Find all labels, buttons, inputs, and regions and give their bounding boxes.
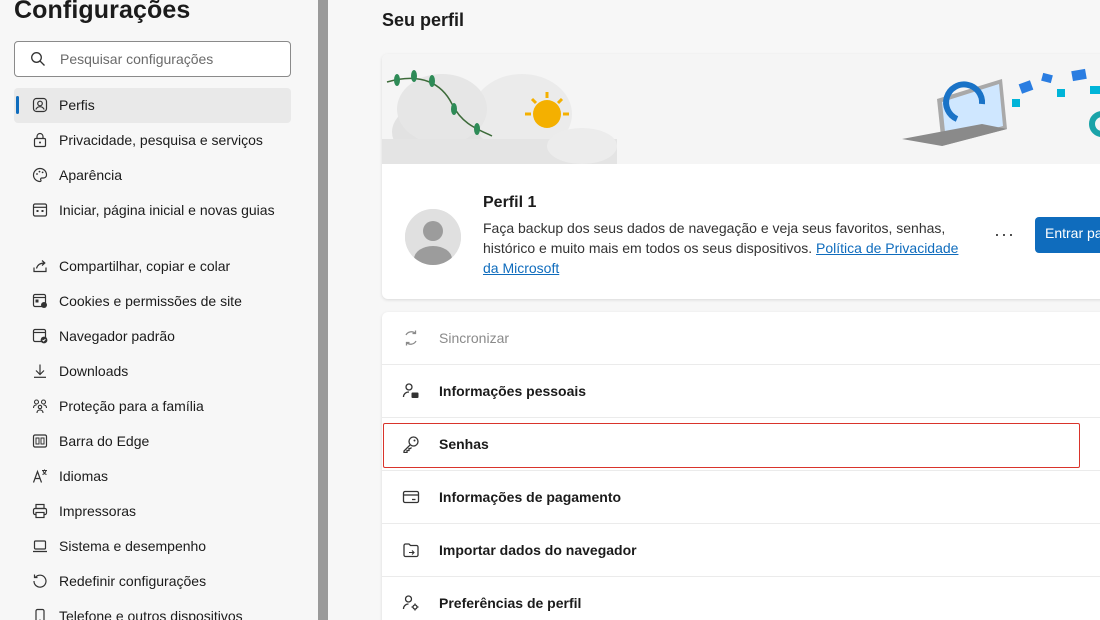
download-icon <box>34 364 46 378</box>
palette-icon <box>32 167 48 183</box>
key-icon <box>403 436 419 453</box>
cookie-icon <box>32 293 47 308</box>
search-box[interactable] <box>14 41 291 77</box>
profile-description: Faça backup dos seus dados de navegação … <box>483 218 973 278</box>
more-options-button[interactable]: ··· <box>994 224 1015 245</box>
nav-item-impressoras[interactable]: Impressoras <box>14 494 291 529</box>
nav-item-label: Compartilhar, copiar e colar <box>59 258 231 274</box>
nav-item-cookies[interactable]: Cookies e permissões de site <box>14 284 291 319</box>
settings-nav: Perfis Privacidade, pesquisa e serviços … <box>14 88 291 620</box>
edge-bar-icon <box>32 434 48 448</box>
nav-item-privacidade[interactable]: Privacidade, pesquisa e serviços <box>14 123 291 158</box>
import-icon <box>403 543 419 558</box>
search-input[interactable] <box>60 51 260 67</box>
language-icon <box>32 469 47 483</box>
nav-item-label: Impressoras <box>59 503 137 519</box>
home-window-icon <box>32 203 48 217</box>
laptop-icon <box>33 540 47 553</box>
nav-item-label: Perfis <box>59 97 95 113</box>
nav-item-aparencia[interactable]: Aparência <box>14 158 291 193</box>
nav-item-navegador-padrao[interactable]: Navegador padrão <box>14 319 291 354</box>
row-label: Senhas <box>439 436 489 452</box>
row-label: Importar dados do navegador <box>439 542 637 558</box>
nav-item-label: Proteção para a família <box>59 398 204 414</box>
nav-item-idiomas[interactable]: Idiomas <box>14 459 291 494</box>
settings-sidebar: Configurações Perfis Privacidade, pesqui… <box>0 0 318 620</box>
settings-title: Configurações <box>14 0 191 24</box>
nav-item-label: Cookies e permissões de site <box>59 293 242 309</box>
nav-item-label: Sistema e desempenho <box>59 538 207 554</box>
nav-item-label: Telefone e outros dispositivos <box>59 608 243 620</box>
nav-item-compartilhar[interactable]: Compartilhar, copiar e colar <box>14 249 291 284</box>
nav-item-label: Barra do Edge <box>59 433 150 449</box>
search-icon <box>31 52 45 66</box>
profile-settings-list: Sincronizar Informações pessoais Senhas … <box>382 312 1100 620</box>
nav-item-label: Navegador padrão <box>59 328 175 344</box>
main-content: Seu perfil Perfil 1 Faça backup dos seus… <box>328 0 1100 620</box>
page-title: Seu perfil <box>382 10 465 30</box>
nav-item-label: Aparência <box>59 167 123 183</box>
avatar-placeholder-icon <box>405 209 461 265</box>
share-icon <box>33 260 47 273</box>
nav-item-telefone[interactable]: Telefone e outros dispositivos <box>14 599 291 620</box>
family-icon <box>32 399 48 414</box>
nav-item-label: Privacidade, pesquisa e serviços <box>59 132 263 148</box>
sync-icon <box>405 330 417 346</box>
row-label: Informações pessoais <box>439 383 587 399</box>
nav-item-downloads[interactable]: Downloads <box>14 354 291 389</box>
nav-item-familia[interactable]: Proteção para a família <box>14 389 291 424</box>
lock-icon <box>33 132 47 148</box>
row-importar-dados[interactable]: Importar dados do navegador <box>382 524 1100 577</box>
row-informacoes-pessoais[interactable]: Informações pessoais <box>382 365 1100 418</box>
profile-name: Perfil 1 <box>483 194 537 211</box>
profile-settings-icon <box>402 595 419 611</box>
nav-item-label: Redefinir configurações <box>59 573 207 589</box>
sign-in-button[interactable]: Entrar para sincronizar dados <box>1035 217 1100 253</box>
credit-card-icon <box>402 490 420 504</box>
nav-item-barra-edge[interactable]: Barra do Edge <box>14 424 291 459</box>
default-browser-icon <box>32 328 48 344</box>
nav-item-sistema[interactable]: Sistema e desempenho <box>14 529 291 564</box>
profile-card: Perfil 1 Faça backup dos seus dados de n… <box>382 54 1100 299</box>
printer-icon <box>32 503 48 519</box>
row-informacoes-pagamento[interactable]: Informações de pagamento <box>382 471 1100 524</box>
row-preferencias-perfil[interactable]: Preferências de perfil <box>382 577 1100 620</box>
reset-icon <box>33 574 47 588</box>
pane-divider[interactable] <box>318 0 328 620</box>
row-label: Sincronizar <box>439 330 510 346</box>
personal-info-icon <box>402 383 419 398</box>
nav-item-iniciar[interactable]: Iniciar, página inicial e novas guias <box>14 193 291 249</box>
avatar <box>405 209 461 265</box>
row-label: Preferências de perfil <box>439 595 582 611</box>
phone-icon <box>35 608 45 620</box>
row-sincronizar[interactable]: Sincronizar <box>382 312 1100 365</box>
row-label: Informações de pagamento <box>439 489 622 505</box>
nav-item-label: Iniciar, página inicial e novas guias <box>59 202 275 218</box>
nav-item-perfis[interactable]: Perfis <box>14 88 291 123</box>
nav-item-label: Downloads <box>59 363 129 379</box>
profile-icon <box>32 97 48 113</box>
row-senhas[interactable]: Senhas <box>382 418 1100 471</box>
nav-item-label: Idiomas <box>59 468 109 484</box>
profile-banner-illustration <box>382 54 1100 164</box>
nav-item-redefinir[interactable]: Redefinir configurações <box>14 564 291 599</box>
